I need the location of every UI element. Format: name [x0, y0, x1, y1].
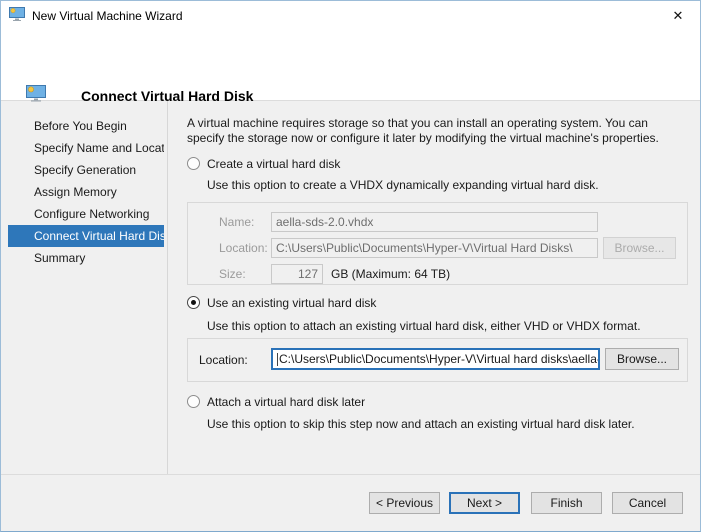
create-description: Use this option to create a VHDX dynamic…	[207, 178, 599, 192]
browse-button-disabled: Browse...	[603, 237, 676, 259]
wizard-steps-sidebar: Before You Begin Specify Name and Locati…	[1, 101, 168, 474]
create-fields-groupbox: Name: aella-sds-2.0.vhdx Location: C:\Us…	[187, 202, 688, 285]
sidebar-item-specify-name-location[interactable]: Specify Name and Location	[8, 137, 164, 159]
radio-attach-virtual-hard-disk-later[interactable]: Attach a virtual hard disk later	[187, 395, 365, 409]
location-label: Location:	[199, 353, 248, 367]
window-title: New Virtual Machine Wizard	[32, 9, 183, 23]
sidebar-item-before-you-begin[interactable]: Before You Begin	[8, 115, 164, 137]
radio-create-label[interactable]: Create a virtual hard disk	[207, 157, 340, 171]
radio-selected-icon[interactable]	[187, 296, 200, 309]
location-field-disabled: C:\Users\Public\Documents\Hyper-V\Virtua…	[271, 238, 598, 258]
size-units-text: GB (Maximum: 64 TB)	[331, 267, 450, 281]
wizard-app-icon	[9, 7, 25, 24]
wizard-body: Before You Begin Specify Name and Locati…	[1, 101, 700, 475]
sidebar-item-summary[interactable]: Summary	[8, 247, 164, 269]
attach-later-description: Use this option to skip this step now an…	[207, 417, 635, 431]
wizard-footer: < Previous Next > Finish Cancel	[1, 475, 700, 531]
location-label-disabled: Location:	[219, 241, 268, 255]
radio-unselected-icon[interactable]	[187, 157, 200, 170]
cancel-button[interactable]: Cancel	[612, 492, 683, 514]
finish-button[interactable]: Finish	[531, 492, 602, 514]
close-icon[interactable]: ✕	[668, 6, 688, 26]
radio-existing-label[interactable]: Use an existing virtual hard disk	[207, 296, 376, 310]
name-field: aella-sds-2.0.vhdx	[271, 212, 598, 232]
radio-unselected-icon[interactable]	[187, 395, 200, 408]
wizard-window: New Virtual Machine Wizard ✕ Connect Vir…	[0, 0, 701, 532]
name-label: Name:	[219, 215, 254, 229]
size-field: 127	[271, 264, 323, 284]
sidebar-item-connect-virtual-hard-disk[interactable]: Connect Virtual Hard Disk	[8, 225, 164, 247]
text-caret	[277, 353, 278, 366]
wizard-header: Connect Virtual Hard Disk	[1, 30, 700, 101]
vm-monitor-icon	[26, 85, 46, 105]
radio-create-virtual-hard-disk[interactable]: Create a virtual hard disk	[187, 157, 340, 171]
next-button[interactable]: Next >	[449, 492, 520, 514]
radio-use-existing-virtual-hard-disk[interactable]: Use an existing virtual hard disk	[187, 296, 376, 310]
intro-text: A virtual machine requires storage so th…	[187, 116, 669, 146]
existing-description: Use this option to attach an existing vi…	[207, 319, 641, 333]
wizard-content: A virtual machine requires storage so th…	[168, 101, 700, 474]
size-label: Size:	[219, 267, 246, 281]
location-field[interactable]: C:\Users\Public\Documents\Hyper-V\Virtua…	[271, 348, 600, 370]
radio-attach-later-label[interactable]: Attach a virtual hard disk later	[207, 395, 365, 409]
sidebar-item-configure-networking[interactable]: Configure Networking	[8, 203, 164, 225]
sidebar-item-specify-generation[interactable]: Specify Generation	[8, 159, 164, 181]
existing-fields-groupbox: Location: C:\Users\Public\Documents\Hype…	[187, 338, 688, 382]
titlebar: New Virtual Machine Wizard ✕	[1, 1, 700, 30]
previous-button[interactable]: < Previous	[369, 492, 440, 514]
sidebar-item-assign-memory[interactable]: Assign Memory	[8, 181, 164, 203]
location-field-value: C:\Users\Public\Documents\Hyper-V\Virtua…	[279, 352, 600, 366]
browse-button[interactable]: Browse...	[605, 348, 679, 370]
